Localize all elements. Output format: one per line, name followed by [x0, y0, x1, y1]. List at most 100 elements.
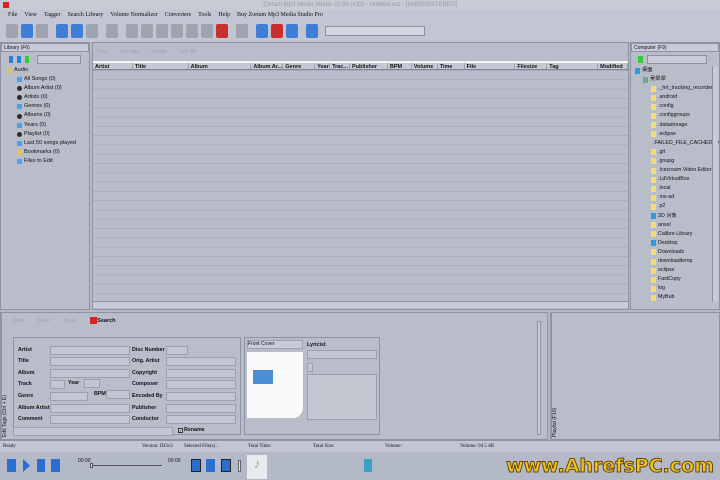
library-item[interactable]: Bookmarks (0)	[7, 148, 89, 157]
folder-item[interactable]: .p2	[631, 202, 719, 211]
folder-item[interactable]: .local	[631, 184, 719, 193]
menu-converters[interactable]: Converters	[165, 10, 191, 20]
shuffle-icon[interactable]	[206, 459, 215, 472]
zoom-icon[interactable]	[71, 24, 83, 38]
lyricist-input[interactable]	[307, 350, 377, 359]
column-header[interactable]: Publisher	[350, 63, 388, 69]
folder-item[interactable]: 吴翠翠	[631, 75, 719, 84]
folder-item[interactable]: ._hrt_tracking_recorder	[631, 84, 719, 93]
column-header[interactable]: Artist	[93, 63, 133, 69]
cover-image[interactable]	[247, 352, 303, 418]
library-item[interactable]: Albums (0)	[7, 111, 89, 120]
cd-icon[interactable]	[256, 24, 268, 38]
save-button[interactable]: Save	[64, 318, 77, 324]
menu-tools[interactable]: Tools	[198, 10, 211, 20]
sel-all-button[interactable]: Sel. All	[179, 49, 196, 55]
next-icon[interactable]	[51, 459, 60, 472]
library-item[interactable]: Audio	[7, 66, 89, 75]
wrench-icon[interactable]	[236, 24, 248, 38]
genre-input[interactable]	[50, 392, 88, 402]
toolbar-search-input[interactable]	[325, 26, 425, 36]
column-header[interactable]: Genre	[283, 63, 316, 69]
delete-button[interactable]: Delete	[151, 49, 167, 55]
auto-tag-icon[interactable]	[106, 24, 118, 38]
magnifier-icon[interactable]	[86, 24, 98, 38]
menu-help[interactable]: Help	[218, 10, 230, 20]
horizontal-scrollbar[interactable]	[93, 301, 628, 308]
folder-item[interactable]: .config	[631, 102, 719, 111]
lyrics-textarea[interactable]	[307, 374, 377, 420]
vertical-scrollbar[interactable]	[712, 66, 718, 302]
play-icon[interactable]	[23, 459, 30, 472]
column-header[interactable]: Volume	[412, 63, 438, 69]
lyrics-button[interactable]	[307, 363, 313, 372]
comment-input[interactable]	[50, 414, 130, 424]
equalizer-icon[interactable]	[364, 459, 372, 472]
orig-artist-input[interactable]	[166, 357, 236, 367]
up-icon[interactable]	[9, 55, 13, 63]
year-input[interactable]	[84, 379, 100, 388]
folder-item[interactable]: .configgroups	[631, 111, 719, 120]
folder-item[interactable]: .Icecream Video Editor	[631, 166, 719, 175]
panel-splitter[interactable]	[537, 321, 541, 435]
playlist-icon[interactable]	[221, 459, 231, 472]
menu-file[interactable]: File	[8, 10, 17, 20]
folder-item[interactable]: ansel	[631, 221, 719, 230]
folder-item[interactable]: eclipse	[631, 266, 719, 275]
column-header[interactable]: Time	[438, 63, 465, 69]
album-input[interactable]	[50, 368, 130, 378]
column-header[interactable]: Trac...	[330, 63, 351, 69]
menu-view[interactable]: View	[24, 10, 37, 20]
prev-button[interactable]: Prev	[38, 318, 49, 324]
column-header[interactable]: Album Ar...	[251, 63, 284, 69]
menu-tagger[interactable]: Tagger	[44, 10, 61, 20]
library-item[interactable]: Genres (0)	[7, 102, 89, 111]
folder-item[interactable]: Downloads	[631, 248, 719, 257]
seek-slider[interactable]	[90, 463, 162, 468]
column-header[interactable]: Modified	[598, 63, 628, 69]
library-item[interactable]: Playlist (0)	[7, 130, 89, 139]
tag-icon[interactable]	[126, 24, 138, 38]
new-file-icon[interactable]	[6, 24, 18, 38]
menu-buy-zortam-mp3-media-studio-pro[interactable]: Buy Zortam Mp3 Media Studio Pro	[237, 10, 323, 20]
folder-item[interactable]: .eclipse	[631, 130, 719, 139]
menu-search-library[interactable]: Search Library	[68, 10, 104, 20]
folder-item[interactable]: 桌面	[631, 66, 719, 75]
open-folder-icon[interactable]	[21, 24, 33, 38]
folder-item[interactable]: .gnupg	[631, 157, 719, 166]
folder-item[interactable]: .LdVirtualBox	[631, 175, 719, 184]
previous-icon[interactable]	[7, 459, 16, 472]
folder-item[interactable]: downloadtemp	[631, 257, 719, 266]
seek-handle[interactable]	[90, 463, 93, 468]
next-button[interactable]: Next	[13, 318, 24, 324]
folder-item[interactable]: MyBub	[631, 293, 719, 302]
folder-item[interactable]: .FAILED_FILE_CACHED_DI	[631, 139, 719, 148]
edit-icon[interactable]	[141, 24, 153, 38]
column-header[interactable]: BPM	[388, 63, 412, 69]
repeat-icon[interactable]	[191, 459, 201, 472]
composer-input[interactable]	[166, 379, 236, 389]
refresh-icon[interactable]	[25, 55, 29, 63]
copyright-input[interactable]	[166, 368, 236, 378]
youtube-icon[interactable]	[171, 24, 183, 38]
library-item[interactable]: Album Artist (0)	[7, 84, 89, 93]
library-item[interactable]: All Songs (0)	[7, 75, 89, 84]
folder-item[interactable]: .ms-ad	[631, 193, 719, 202]
library-item[interactable]: Files to Edit	[7, 157, 89, 166]
folder-item[interactable]: FastCopy	[631, 275, 719, 284]
refresh-icon[interactable]	[638, 55, 643, 63]
column-header[interactable]: Album	[189, 63, 252, 69]
column-header[interactable]: File	[465, 63, 516, 69]
album-artist-input[interactable]	[50, 403, 130, 413]
volume-slider[interactable]	[238, 460, 241, 472]
search-icon[interactable]	[56, 24, 68, 38]
library-item[interactable]: Last 50 songs played	[7, 139, 89, 148]
mp3-icon[interactable]	[216, 24, 228, 38]
cover-type-select[interactable]: Front Cover	[247, 340, 303, 349]
folder-item[interactable]: Desktop	[631, 239, 719, 248]
music-note-icon[interactable]	[286, 24, 298, 38]
library-combo[interactable]	[37, 54, 81, 64]
rename-checkbox[interactable]: ✓	[178, 427, 183, 433]
folder-item[interactable]: .git	[631, 148, 719, 157]
column-header[interactable]: Tag	[547, 63, 599, 69]
